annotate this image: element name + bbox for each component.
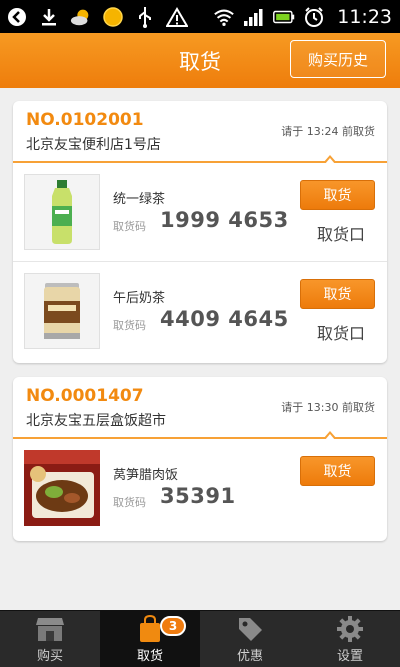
tag-icon [235, 615, 265, 643]
pickup-code-label: 取货码 [113, 496, 146, 509]
pickup-deadline: 请于 13:30 前取货 [281, 401, 375, 414]
product-image [24, 450, 100, 526]
product-name: 统一绿茶 [113, 192, 166, 207]
product-name: 莴笋腊肉饭 [113, 468, 179, 483]
store-name: 北京友宝五层盒饭超市 [26, 413, 166, 429]
sun-icon [102, 6, 124, 28]
weather-icon [70, 6, 92, 28]
store-icon [35, 615, 65, 643]
order-number: NO.0102001 [26, 110, 144, 130]
store-name: 北京友宝便利店1号店 [26, 137, 161, 153]
usb-icon [134, 6, 156, 28]
pickup-code-label: 取货码 [113, 220, 146, 233]
pickup-count-badge: 3 [160, 616, 186, 636]
order-header: NO.0001407 北京友宝五层盒饭超市 请于 13:30 前取货 [13, 377, 387, 440]
tab-label: 取货 [136, 649, 163, 664]
product-image [24, 273, 100, 349]
caret-up-icon [323, 431, 337, 440]
pickup-code: 1999 4653 [160, 208, 289, 232]
pickup-code: 35391 [160, 484, 236, 508]
order-number: NO.0001407 [26, 386, 144, 406]
pickup-window-label: 取货口 [316, 225, 365, 244]
pickup-window-label: 取货口 [316, 324, 365, 343]
list-item: 莴笋腊肉饭 取货码 35391 取货 [13, 439, 387, 537]
clock-time: 11:23 [337, 5, 392, 28]
usb-debug-icon [6, 6, 28, 28]
signal-icon [243, 6, 265, 28]
battery-icon [273, 6, 295, 28]
page-title: 取货 [179, 49, 221, 74]
order-card: NO.0102001 北京友宝便利店1号店 请于 13:24 前取货 统一绿茶 … [13, 101, 387, 363]
order-card: NO.0001407 北京友宝五层盒饭超市 请于 13:30 前取货 莴笋腊肉饭… [13, 377, 387, 541]
tab-label: 购买 [36, 649, 63, 664]
product-image [24, 174, 100, 250]
wifi-icon [213, 6, 235, 28]
tab-settings[interactable]: 设置 [300, 611, 400, 667]
purchase-history-button[interactable]: 购买历史 [290, 40, 386, 78]
tab-pickup[interactable]: 3 取货 [100, 611, 200, 667]
product-name: 午后奶茶 [113, 291, 166, 306]
pickup-button[interactable]: 取货 [300, 279, 375, 309]
pickup-button[interactable]: 取货 [300, 180, 375, 210]
alarm-icon [303, 6, 325, 28]
title-bar: 取货 购买历史 [0, 33, 400, 88]
list-item: 统一绿茶 取货码 1999 4653 取货 取货口 [13, 163, 387, 261]
list-item: 午后奶茶 取货码 4409 4645 取货 取货口 [13, 261, 387, 359]
bottom-nav: 购买 3 取货 优惠 设置 [0, 610, 400, 667]
warning-icon [166, 6, 188, 28]
tab-discount[interactable]: 优惠 [200, 611, 300, 667]
tab-purchase[interactable]: 购买 [0, 611, 100, 667]
tab-label: 设置 [336, 649, 363, 664]
pickup-button[interactable]: 取货 [300, 456, 375, 486]
pickup-code-label: 取货码 [113, 319, 146, 332]
pickup-code: 4409 4645 [160, 307, 289, 331]
download-icon [38, 6, 60, 28]
caret-up-icon [323, 155, 337, 164]
pickup-deadline: 请于 13:24 前取货 [281, 125, 375, 138]
status-bar: 11:23 [0, 0, 400, 33]
gear-icon [335, 615, 365, 643]
tab-label: 优惠 [236, 649, 263, 664]
order-header: NO.0102001 北京友宝便利店1号店 请于 13:24 前取货 [13, 101, 387, 164]
